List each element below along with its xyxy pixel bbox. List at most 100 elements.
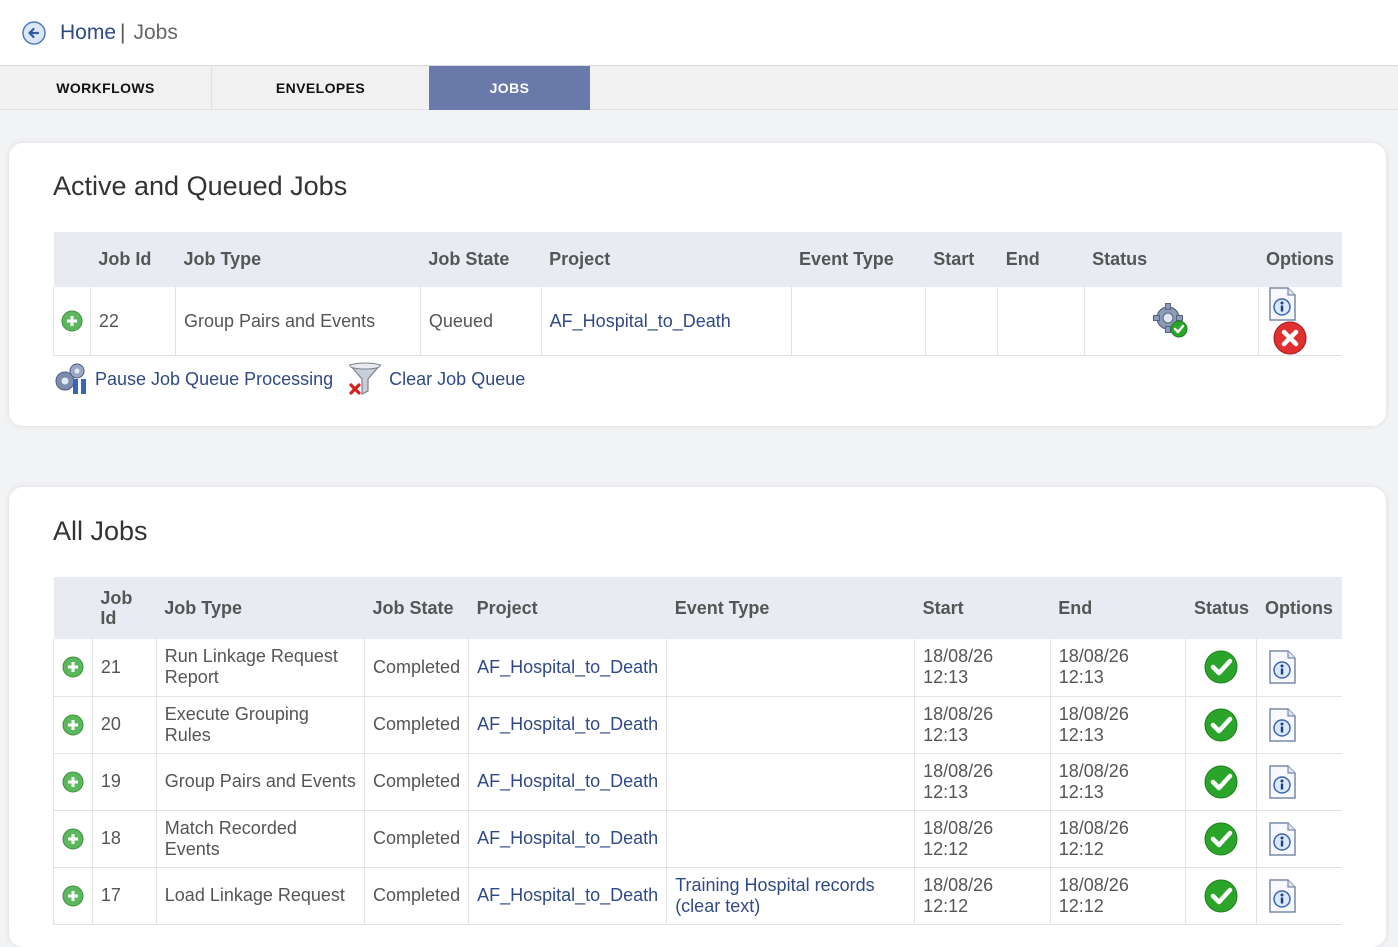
col-event-type: Event Type — [791, 232, 926, 287]
success-check-icon — [1204, 765, 1238, 799]
options-cell — [1256, 867, 1342, 925]
col-end: End — [1050, 577, 1186, 639]
info-icon[interactable] — [1267, 879, 1297, 913]
options-cell — [1256, 639, 1342, 697]
success-check-icon — [1204, 879, 1238, 913]
col-expand — [53, 577, 93, 639]
job-type: Match Recorded Events — [156, 810, 366, 868]
info-icon[interactable] — [1267, 650, 1297, 684]
col-job-type: Job Type — [175, 232, 421, 287]
info-icon[interactable] — [1267, 287, 1297, 321]
end-time: 18/08/26 12:12 — [1050, 867, 1187, 925]
table-row: 18 Match Recorded Events Completed AF_Hospi… — [53, 810, 1342, 868]
job-id: 22 — [90, 287, 177, 356]
back-arrow-icon[interactable] — [22, 20, 46, 45]
col-start: Start — [914, 577, 1051, 639]
end-time: 18/08/26 12:13 — [1050, 696, 1187, 754]
project-link[interactable]: AF_Hospital_to_Death — [468, 867, 668, 925]
expand-plus-icon[interactable] — [62, 885, 84, 907]
end-time: 18/08/26 12:13 — [1050, 753, 1187, 811]
options-cell — [1256, 810, 1342, 868]
pause-gears-icon — [55, 363, 86, 394]
project-link[interactable]: AF_Hospital_to_Death — [468, 696, 668, 754]
active-jobs-title: Active and Queued Jobs — [53, 171, 348, 201]
options-cell — [1258, 287, 1342, 356]
start-time: 18/08/26 12:12 — [914, 810, 1051, 868]
all-jobs-body: 21 Run Linkage Request Report Completed AF_… — [53, 639, 1342, 925]
project-link[interactable]: AF_Hospital_to_Death — [468, 753, 668, 811]
expand-plus-icon[interactable] — [62, 714, 84, 736]
job-type: Load Linkage Request — [156, 867, 366, 925]
col-job-type: Job Type — [156, 577, 365, 639]
end-time — [997, 287, 1085, 356]
queue-actions: Pause Job Queue Processing Clear Job Que… — [53, 361, 539, 397]
breadcrumb-separator: | — [120, 20, 126, 44]
expand-cell — [53, 696, 93, 754]
tab-envelopes[interactable]: ENVELOPES — [212, 66, 429, 110]
active-jobs-panel: Active and Queued Jobs Job Id Job Type J… — [9, 143, 1386, 426]
tab-jobs[interactable]: JOBS — [429, 66, 590, 110]
info-icon[interactable] — [1267, 822, 1297, 856]
info-icon[interactable] — [1267, 765, 1297, 799]
tab-workflows[interactable]: WORKFLOWS — [0, 66, 212, 110]
col-end: End — [997, 232, 1085, 287]
breadcrumb-current: Jobs — [133, 20, 178, 44]
job-type: Group Pairs and Events — [175, 287, 421, 356]
expand-cell — [53, 810, 93, 868]
project-link[interactable]: AF_Hospital_to_Death — [468, 810, 668, 868]
project-link[interactable]: AF_Hospital_to_Death — [541, 287, 792, 356]
event-type-link[interactable] — [666, 696, 916, 754]
top-bar: Home | Jobs — [0, 0, 1398, 66]
col-start: Start — [925, 232, 998, 287]
col-status: Status — [1084, 232, 1258, 287]
expand-plus-icon[interactable] — [62, 656, 84, 678]
event-type — [791, 287, 926, 356]
pause-queue-label[interactable]: Pause Job Queue Processing — [95, 369, 333, 390]
job-type: Group Pairs and Events — [156, 753, 366, 811]
info-icon[interactable] — [1267, 708, 1297, 742]
expand-plus-icon[interactable] — [61, 310, 83, 332]
col-job-id: Job Id — [90, 232, 176, 287]
col-options: Options — [1256, 577, 1342, 639]
col-options: Options — [1258, 232, 1342, 287]
job-id: 20 — [92, 696, 157, 754]
project-link[interactable]: AF_Hospital_to_Death — [468, 639, 668, 697]
event-type-link[interactable] — [666, 753, 916, 811]
clear-queue-button[interactable]: Clear Job Queue — [347, 361, 525, 397]
job-type: Run Linkage Request Report — [156, 639, 366, 697]
clear-queue-label[interactable]: Clear Job Queue — [389, 369, 525, 390]
delete-icon[interactable] — [1273, 321, 1307, 355]
options-cell — [1256, 753, 1342, 811]
job-state: Completed — [364, 639, 470, 697]
col-project: Project — [468, 577, 667, 639]
expand-cell — [53, 867, 93, 925]
pause-queue-button[interactable]: Pause Job Queue Processing — [53, 362, 333, 396]
expand-cell — [53, 753, 93, 811]
all-jobs-title: All Jobs — [53, 516, 148, 546]
status-cell — [1185, 696, 1258, 754]
start-time: 18/08/26 12:13 — [914, 753, 1051, 811]
job-type: Execute Grouping Rules — [156, 696, 366, 754]
job-id: 18 — [92, 810, 157, 868]
active-jobs-table: Job Id Job Type Job State Project Event … — [53, 232, 1342, 356]
end-time: 18/08/26 12:12 — [1050, 810, 1187, 868]
start-time: 18/08/26 12:13 — [914, 696, 1051, 754]
event-type-link[interactable] — [666, 810, 916, 868]
main-tabs: WORKFLOWS ENVELOPES JOBS — [0, 66, 1398, 110]
table-header-row: Job Id Job Type Job State Project Event … — [53, 232, 1342, 287]
table-row: 17 Load Linkage Request Completed AF_Hospit… — [53, 867, 1342, 925]
expand-plus-icon[interactable] — [62, 771, 84, 793]
col-project: Project — [541, 232, 792, 287]
all-jobs-table: Job Id Job Type Job State Project Event … — [53, 577, 1342, 925]
event-type-link[interactable] — [666, 639, 916, 697]
job-state: Queued — [420, 287, 542, 356]
table-row: 22 Group Pairs and Events Queued AF_Hosp… — [53, 287, 1342, 356]
expand-cell — [53, 639, 93, 697]
expand-plus-icon[interactable] — [62, 828, 84, 850]
job-id: 21 — [92, 639, 157, 697]
col-job-state: Job State — [364, 577, 469, 639]
status-cell — [1185, 639, 1258, 697]
event-type-link[interactable]: Training Hospital records (clear text) — [666, 867, 916, 925]
breadcrumb-home-link[interactable]: Home — [60, 21, 116, 45]
table-row: 19 Group Pairs and Events Completed AF_Hosp… — [53, 753, 1342, 811]
